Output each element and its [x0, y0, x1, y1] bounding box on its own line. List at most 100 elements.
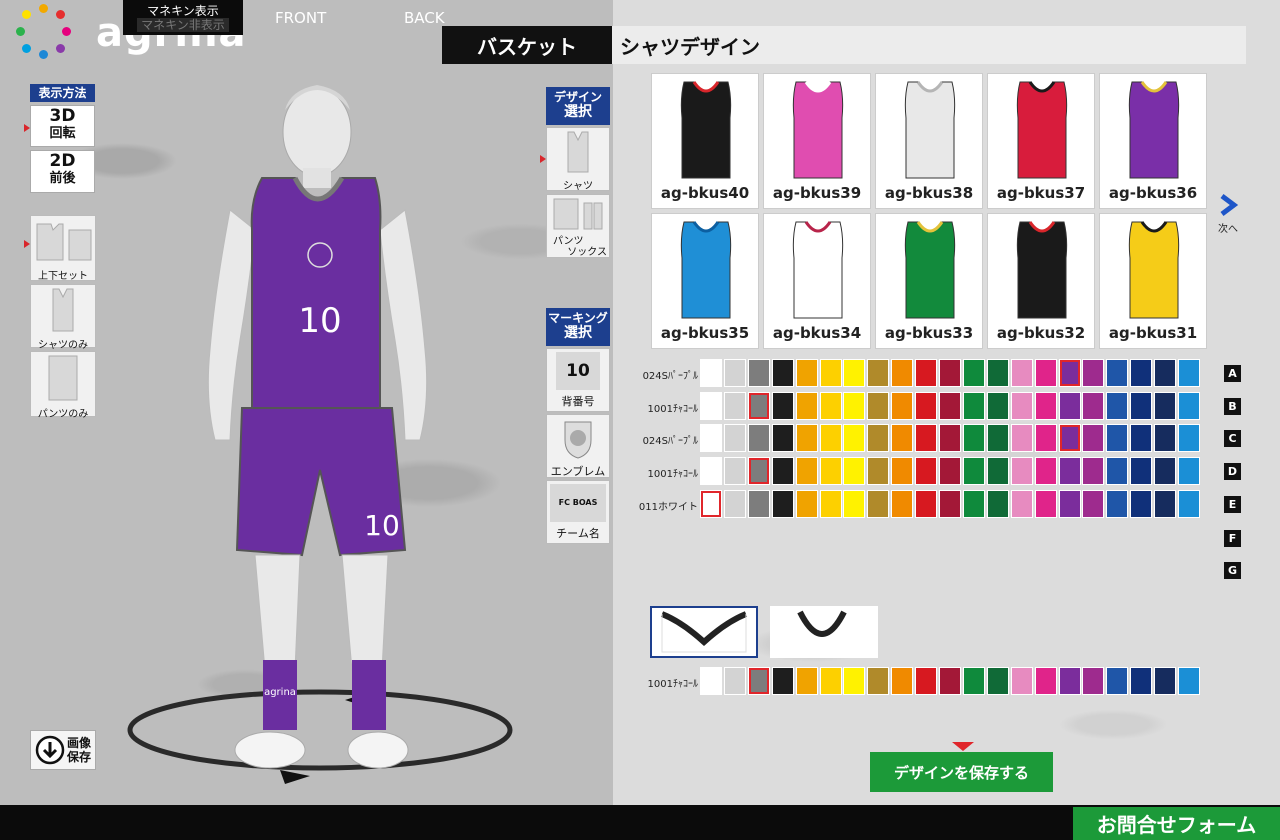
color-swatch[interactable]	[962, 424, 985, 453]
color-swatch[interactable]	[1058, 391, 1081, 420]
color-swatch[interactable]	[962, 489, 985, 518]
neck-round-option[interactable]	[770, 606, 878, 658]
color-swatch[interactable]	[700, 667, 722, 695]
color-swatch[interactable]	[867, 457, 890, 486]
color-swatch[interactable]	[1178, 667, 1200, 695]
color-swatch[interactable]	[939, 489, 961, 518]
design-card[interactable]: ag-bkus34	[763, 213, 871, 349]
color-swatch[interactable]	[962, 667, 985, 695]
color-swatch[interactable]	[723, 391, 746, 420]
part-letter-button[interactable]: F	[1224, 530, 1241, 547]
color-swatch[interactable]	[891, 424, 914, 453]
color-swatch[interactable]	[867, 667, 890, 695]
color-swatch[interactable]	[986, 424, 1009, 453]
color-swatch[interactable]	[1082, 424, 1105, 453]
color-swatch[interactable]	[962, 391, 985, 420]
color-swatch[interactable]	[700, 489, 722, 518]
color-swatch[interactable]	[819, 359, 842, 387]
color-swatch[interactable]	[771, 424, 794, 453]
color-swatch[interactable]	[986, 457, 1009, 486]
color-swatch[interactable]	[1178, 489, 1200, 518]
color-swatch[interactable]	[795, 424, 818, 453]
color-swatch[interactable]	[891, 457, 914, 486]
color-swatch[interactable]	[1154, 391, 1177, 420]
part-letter-button[interactable]: A	[1224, 365, 1241, 382]
color-swatch[interactable]	[1154, 667, 1177, 695]
color-swatch[interactable]	[891, 391, 914, 420]
back-view-button[interactable]: BACK	[404, 0, 445, 35]
marking-emblem-button[interactable]: エンブレム	[546, 414, 610, 478]
color-swatch[interactable]	[1058, 359, 1081, 387]
color-swatch[interactable]	[915, 391, 938, 420]
rotate-ring[interactable]	[127, 689, 513, 771]
color-swatch[interactable]	[1154, 359, 1177, 387]
color-swatch[interactable]	[986, 489, 1009, 518]
view-3d-button[interactable]: 3D 回転	[30, 105, 95, 147]
part-letter-button[interactable]: D	[1224, 463, 1241, 481]
color-swatch[interactable]	[939, 391, 961, 420]
display-set-button[interactable]: 上下セット	[30, 215, 96, 282]
color-swatch[interactable]	[843, 667, 866, 695]
color-swatch[interactable]	[867, 359, 890, 387]
marking-number-button[interactable]: 10 背番号	[546, 348, 610, 412]
color-swatch[interactable]	[843, 359, 866, 387]
color-swatch[interactable]	[1010, 457, 1033, 486]
neck-v-option[interactable]	[650, 606, 758, 658]
color-swatch[interactable]	[747, 667, 770, 695]
part-letter-button[interactable]: C	[1224, 430, 1241, 448]
color-swatch[interactable]	[747, 424, 770, 453]
color-swatch[interactable]	[723, 457, 746, 486]
color-swatch[interactable]	[1106, 424, 1129, 453]
color-swatch[interactable]	[915, 424, 938, 453]
color-swatch[interactable]	[1034, 359, 1057, 387]
color-swatch[interactable]	[867, 424, 890, 453]
color-swatch[interactable]	[819, 424, 842, 453]
color-swatch[interactable]	[700, 424, 722, 453]
color-swatch[interactable]	[986, 359, 1009, 387]
color-swatch[interactable]	[1154, 424, 1177, 453]
color-swatch[interactable]	[1058, 489, 1081, 518]
color-swatch[interactable]	[939, 667, 961, 695]
color-swatch[interactable]	[1106, 391, 1129, 420]
color-swatch[interactable]	[1106, 359, 1129, 387]
color-swatch[interactable]	[723, 667, 746, 695]
color-swatch[interactable]	[962, 457, 985, 486]
color-swatch[interactable]	[795, 457, 818, 486]
color-swatch[interactable]	[747, 489, 770, 518]
color-swatch[interactable]	[819, 391, 842, 420]
design-card[interactable]: ag-bkus33	[875, 213, 983, 349]
color-swatch[interactable]	[891, 667, 914, 695]
category-tab[interactable]: バスケット	[442, 26, 612, 64]
design-card[interactable]: ag-bkus38	[875, 73, 983, 209]
color-swatch[interactable]	[1178, 391, 1200, 420]
color-swatch[interactable]	[843, 489, 866, 518]
color-swatch[interactable]	[939, 457, 961, 486]
mannequin-preview[interactable]: 10 10 agrina	[120, 70, 540, 790]
display-shirt-only-button[interactable]: シャツのみ	[30, 284, 96, 351]
part-letter-button[interactable]: B	[1224, 397, 1241, 415]
color-swatch[interactable]	[1154, 457, 1177, 486]
color-swatch[interactable]	[771, 391, 794, 420]
color-swatch[interactable]	[939, 424, 961, 453]
color-swatch[interactable]	[867, 391, 890, 420]
display-pants-only-button[interactable]: パンツのみ	[30, 351, 96, 420]
color-swatch[interactable]	[1082, 359, 1105, 387]
color-swatch[interactable]	[1130, 489, 1153, 518]
color-swatch[interactable]	[1034, 457, 1057, 486]
color-swatch[interactable]	[1106, 457, 1129, 486]
color-swatch[interactable]	[843, 457, 866, 486]
design-card[interactable]: ag-bkus35	[651, 213, 759, 349]
part-letter-button[interactable]: E	[1224, 495, 1241, 513]
color-swatch[interactable]	[747, 391, 770, 420]
front-view-button[interactable]: FRONT	[275, 0, 326, 35]
color-swatch[interactable]	[1010, 489, 1033, 518]
color-swatch[interactable]	[891, 359, 914, 387]
color-swatch[interactable]	[723, 424, 746, 453]
color-swatch[interactable]	[1034, 424, 1057, 453]
color-swatch[interactable]	[795, 489, 818, 518]
next-button[interactable]: 次へ	[1213, 194, 1243, 235]
color-swatch[interactable]	[1106, 489, 1129, 518]
inquiry-form-button[interactable]: お問合せフォーム	[1073, 807, 1280, 840]
color-swatch[interactable]	[1082, 391, 1105, 420]
color-swatch[interactable]	[771, 457, 794, 486]
